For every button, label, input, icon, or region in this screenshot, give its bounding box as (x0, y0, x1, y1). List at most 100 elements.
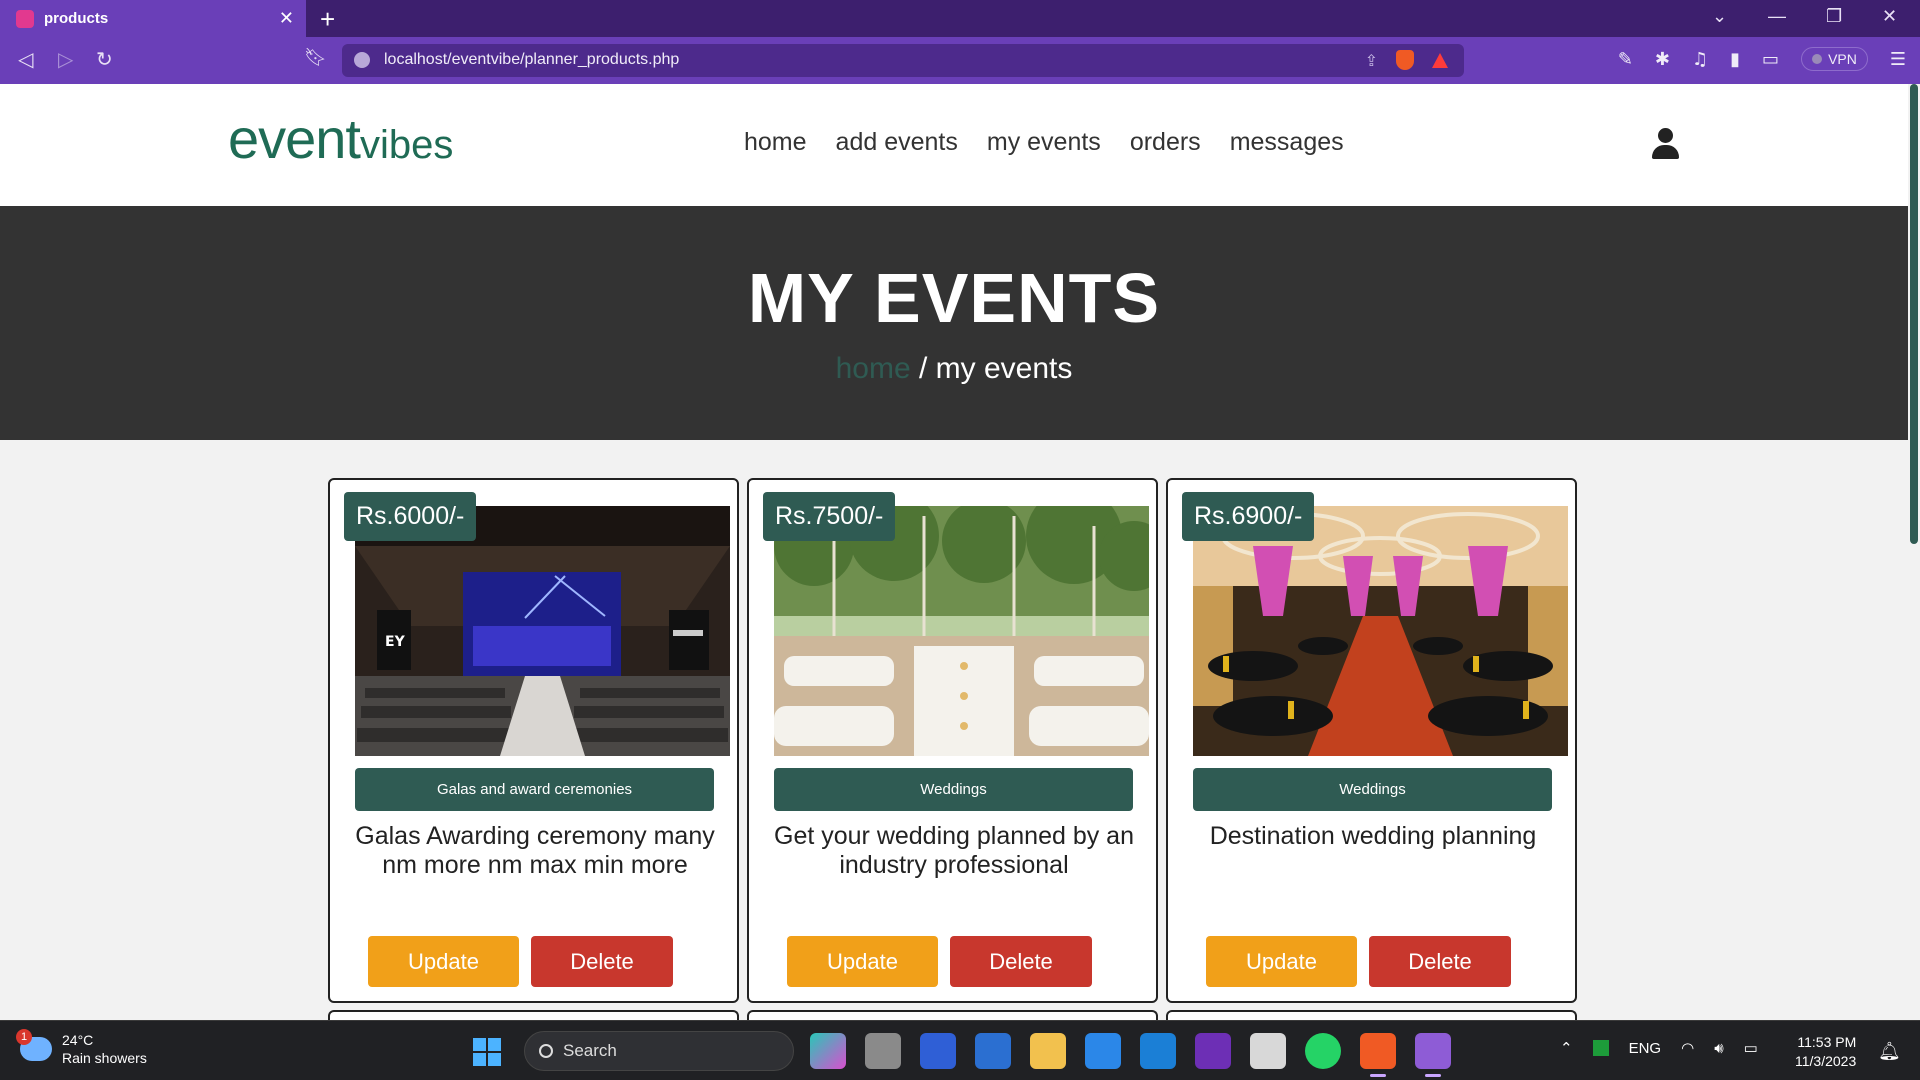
nav-orders[interactable]: orders (1130, 128, 1201, 157)
nav-home[interactable]: home (744, 128, 807, 157)
wifi-icon[interactable]: ◠ (1681, 1039, 1694, 1057)
clock-date: 11/3/2023 (1795, 1053, 1857, 1069)
page-scrollbar[interactable] (1908, 84, 1920, 1020)
tab-list-chevron-icon[interactable]: ⌄ (1712, 6, 1727, 27)
notification-badge: 1 (16, 1029, 32, 1045)
clock-time: 11:53 PM (1797, 1034, 1857, 1050)
media-player-icon[interactable] (1415, 1033, 1451, 1077)
nav-add-events[interactable]: add events (836, 128, 958, 157)
browser-toolbar: ◁ ▷ ↻ 🔖︎ localhost/eventvibe/planner_pro… (0, 37, 1920, 84)
page-hero: MY EVENTS home / my events (0, 206, 1908, 440)
weather-description: Rain showers (62, 1050, 147, 1066)
file-explorer-icon[interactable] (1030, 1033, 1066, 1069)
price-badge: Rs.6000/- (344, 492, 477, 541)
whatsapp-icon[interactable] (1305, 1033, 1341, 1069)
sidebar-icon[interactable]: ▮ (1730, 49, 1740, 70)
product-card (1166, 1010, 1577, 1020)
visual-studio-icon[interactable] (1195, 1033, 1231, 1069)
update-button[interactable]: Update (368, 936, 519, 987)
scrollbar-thumb[interactable] (1910, 84, 1918, 544)
volume-icon[interactable]: 🔊︎ (1714, 1040, 1723, 1057)
brave-rewards-icon[interactable] (1432, 52, 1448, 68)
update-button[interactable]: Update (1206, 936, 1357, 987)
product-card (747, 1010, 1158, 1020)
notepad-icon[interactable] (975, 1033, 1011, 1069)
app-tray-icon[interactable] (1592, 1040, 1609, 1056)
tab-favicon-icon (16, 9, 34, 28)
delete-button[interactable]: Delete (1369, 936, 1511, 987)
back-icon[interactable]: ◁ (18, 47, 33, 71)
weather-widget[interactable]: 1 24°C Rain showers (16, 1029, 147, 1067)
main-nav: home add events my events orders message… (744, 128, 1344, 157)
notification-bell-icon[interactable]: 🔔︎ (1878, 1041, 1901, 1062)
taskbar-clock[interactable]: 11:53 PM 11/3/2023 (1795, 1033, 1856, 1071)
minimize-icon[interactable]: — (1768, 6, 1786, 27)
tray-overflow-icon[interactable]: ⌃ (1560, 1039, 1573, 1057)
product-image-banquet-hall (1193, 506, 1568, 756)
site-info-icon[interactable] (354, 52, 370, 68)
product-description: Galas Awarding ceremony many nm more nm … (355, 822, 715, 879)
task-view-icon[interactable] (865, 1033, 901, 1069)
menu-icon[interactable]: ☰ (1890, 49, 1906, 70)
product-card: Rs.7500/- Weddings Get your wedding plan… (747, 478, 1158, 1003)
delete-button[interactable]: Delete (531, 936, 673, 987)
windows-start-icon[interactable] (473, 1038, 501, 1066)
product-image-garden-wedding (774, 506, 1149, 756)
search-label: Search (563, 1041, 617, 1060)
brave-browser-icon[interactable] (1360, 1033, 1396, 1077)
product-card (328, 1010, 739, 1020)
close-window-icon[interactable]: ✕ (1882, 6, 1897, 27)
price-badge: Rs.6900/- (1182, 492, 1315, 541)
snipping-tool-icon[interactable] (1250, 1033, 1286, 1069)
nav-messages[interactable]: messages (1230, 128, 1344, 157)
address-bar[interactable]: localhost/eventvibe/planner_products.php… (342, 44, 1464, 77)
product-card: Rs.6900/- Weddings Destination wedding p… (1166, 478, 1577, 1003)
category-badge: Galas and award ceremonies (355, 768, 714, 811)
share-icon[interactable]: ⇪ (1365, 51, 1378, 70)
media-icon[interactable]: ♫ (1692, 49, 1708, 70)
new-tab-icon[interactable]: + (320, 4, 335, 35)
user-icon[interactable] (1650, 128, 1680, 162)
app-store-icon[interactable] (1085, 1033, 1121, 1069)
site-header: eventvibes home add events my events ord… (0, 84, 1908, 206)
language-indicator[interactable]: ENG (1629, 1040, 1662, 1057)
weather-temperature: 24°C (62, 1032, 94, 1048)
product-grid: Rs.6000/- EY Galas and award ceremonies … (328, 478, 1577, 1003)
reload-icon[interactable]: ↻ (96, 47, 113, 71)
browser-tab[interactable]: products ✕ (0, 0, 306, 37)
vpn-button[interactable]: VPN (1801, 47, 1868, 71)
breadcrumb-current: / my events (910, 352, 1073, 385)
nav-my-events[interactable]: my events (987, 128, 1101, 157)
breadcrumb-home-link[interactable]: home (836, 352, 911, 385)
bookmark-icon[interactable]: 🔖︎ (304, 47, 327, 68)
breadcrumb: home / my events (0, 352, 1908, 386)
system-tray: ⌃ ENG ◠ 🔊︎ ▭ (1560, 1039, 1758, 1058)
taskbar-apps (810, 1033, 1451, 1077)
url-text[interactable]: localhost/eventvibe/planner_products.php (384, 51, 679, 69)
vscode-icon[interactable] (1140, 1033, 1176, 1069)
update-button[interactable]: Update (787, 936, 938, 987)
taskbar: 1 24°C Rain showers Search ⌃ ENG ◠ 🔊︎ ▭ … (0, 1020, 1920, 1080)
pen-icon[interactable]: ✎ (1618, 49, 1633, 70)
wallet-icon[interactable]: ▭ (1762, 49, 1779, 70)
copilot-icon[interactable] (810, 1033, 846, 1069)
maple-app-icon[interactable] (920, 1033, 956, 1069)
taskbar-search[interactable]: Search (524, 1031, 794, 1071)
product-grid-next-row (328, 1010, 1577, 1020)
product-image-auditorium: EY (355, 506, 730, 756)
restore-icon[interactable]: ❐ (1826, 6, 1842, 27)
site-logo[interactable]: eventvibes (228, 106, 453, 171)
delete-button[interactable]: Delete (950, 936, 1092, 987)
product-description: Destination wedding planning (1209, 822, 1537, 850)
logo-main-text: event (228, 107, 361, 170)
vpn-status-icon (1812, 54, 1823, 64)
battery-icon[interactable]: ▭ (1744, 1039, 1758, 1057)
forward-icon[interactable]: ▷ (58, 47, 73, 71)
product-card: Rs.6000/- EY Galas and award ceremonies … (328, 478, 739, 1003)
category-badge: Weddings (1193, 768, 1552, 811)
tab-close-icon[interactable]: ✕ (279, 8, 294, 29)
search-icon (539, 1044, 553, 1058)
tab-title: products (44, 10, 109, 27)
extensions-icon[interactable]: ✱ (1655, 49, 1670, 70)
brave-shields-icon[interactable] (1396, 50, 1414, 70)
